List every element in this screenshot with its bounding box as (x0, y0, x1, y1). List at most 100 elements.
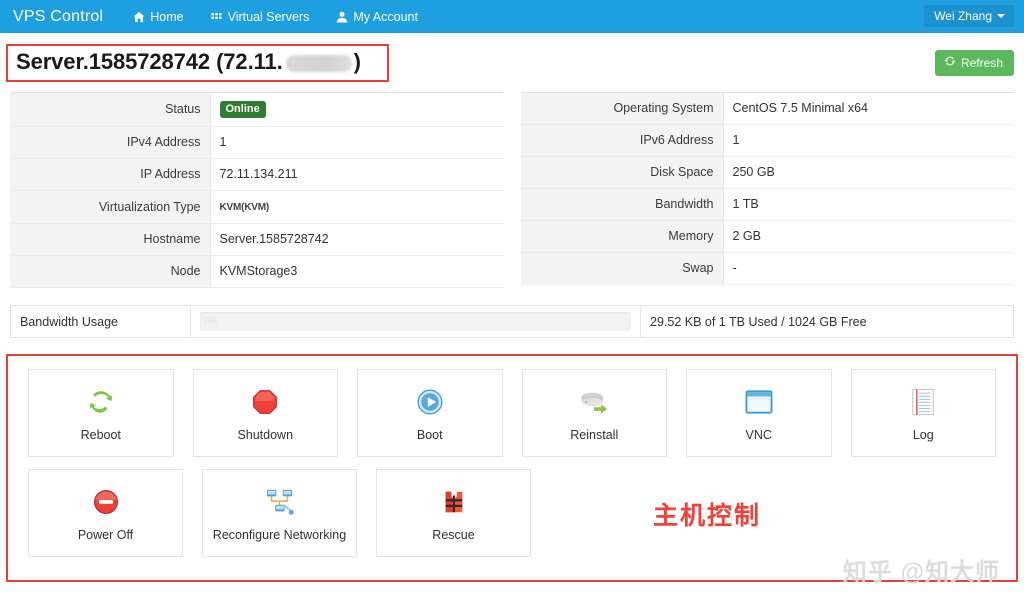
table-row: Hostname Server.1585728742 (10, 223, 503, 256)
row-label: Node (10, 255, 211, 288)
action-tile-boot[interactable]: Boot (357, 369, 503, 457)
action-tile-label: Boot (416, 427, 443, 442)
action-tile-power-off[interactable]: Power Off (28, 469, 183, 557)
user-icon (336, 11, 348, 23)
server-info-right-body: Operating System CentOS 7.5 Minimal x64 … (521, 92, 1014, 285)
virtualization-value: KVM(KVM) (219, 202, 270, 213)
action-tile-vnc[interactable]: VNC (686, 369, 832, 457)
home-icon (133, 11, 145, 23)
redacted-ip-block (285, 54, 352, 72)
row-value: 1 (210, 126, 503, 159)
refresh-icon (944, 55, 956, 70)
table-row: Disk Space 250 GB (521, 156, 1014, 189)
network-icon (265, 485, 295, 519)
status-badge: Online (219, 101, 266, 118)
play-circle-icon (416, 385, 444, 419)
nav-item-my-account-label: My Account (353, 9, 418, 24)
row-value: 250 GB (723, 156, 1014, 189)
server-info-table-left-wrap: Status Online IPv4 Address 1 IP Address … (10, 92, 503, 288)
action-tile-log[interactable]: Log (850, 369, 996, 457)
nav-item-home[interactable]: Home (133, 0, 184, 33)
action-tile-reconfigure-networking[interactable]: Reconfigure Networking (202, 469, 357, 557)
row-label: Operating System (521, 92, 724, 125)
table-row: Memory 2 GB (521, 220, 1014, 253)
table-row: Virtualization Type KVM(KVM) (10, 190, 503, 224)
row-value: Server.1585728742 (210, 223, 503, 256)
top-navbar: VPS Control Home Virtual Servers My Acco… (0, 0, 1024, 33)
row-value: KVMStorage3 (210, 255, 503, 288)
server-arrow-icon (579, 385, 609, 419)
row-label: IPv6 Address (521, 124, 724, 157)
row-label: IPv4 Address (10, 126, 211, 159)
row-label: Bandwidth (521, 188, 724, 221)
page-title-text: Server.1585728742 (72.11. (16, 49, 283, 74)
watermark: 知乎 @知大师 (842, 559, 1000, 586)
row-value: Online (210, 92, 503, 127)
action-tile-reinstall[interactable]: Reinstall (521, 369, 667, 457)
power-minus-icon (92, 485, 120, 519)
bandwidth-progress-bar: 0% (200, 312, 631, 331)
row-label: Hostname (10, 223, 211, 256)
refresh-arrows-icon (86, 385, 116, 419)
action-tile-label: Power Off (77, 527, 134, 542)
row-label: Virtualization Type (10, 190, 211, 224)
table-row: Swap - (521, 252, 1014, 285)
action-tile-label: Shutdown (237, 427, 294, 442)
server-info-table-right-wrap: Operating System CentOS 7.5 Minimal x64 … (521, 92, 1014, 288)
row-value: 72.11.134.211 (210, 158, 503, 191)
row-label: Disk Space (521, 156, 724, 189)
row-label: IP Address (10, 158, 211, 191)
server-controls-row-1: Reboot Shutdown Boot Reinstall VNC Log (8, 369, 1016, 457)
page-header: Server.1585728742 (72.11.) Refresh (0, 44, 1024, 90)
table-row: IPv6 Address 1 (521, 124, 1014, 157)
action-tile-label: Reboot (80, 427, 121, 442)
action-tile-reboot[interactable]: Reboot (28, 369, 174, 457)
action-tile-label: Reconfigure Networking (212, 527, 347, 542)
annotation-text: 主机控制 (653, 502, 762, 530)
nav-item-home-label: Home (150, 9, 184, 24)
chevron-down-icon (997, 14, 1005, 18)
table-row: Operating System CentOS 7.5 Minimal x64 (521, 92, 1014, 125)
life-vest-icon (441, 485, 467, 519)
nav-item-my-account[interactable]: My Account (336, 0, 418, 33)
row-label: Status (10, 92, 211, 127)
brand-logo[interactable]: VPS Control (13, 8, 103, 26)
action-tile-label: Log (912, 427, 934, 442)
table-row: IPv4 Address 1 (10, 126, 503, 159)
server-controls-highlight-box: Reboot Shutdown Boot Reinstall VNC Log P… (6, 354, 1018, 582)
nav-item-virtual-servers-label: Virtual Servers (227, 9, 310, 24)
action-tile-rescue[interactable]: Rescue (376, 469, 531, 557)
action-tile-label: Rescue (432, 527, 475, 542)
nav-item-virtual-servers[interactable]: Virtual Servers (211, 0, 310, 33)
bandwidth-summary: 29.52 KB of 1 TB Used / 1024 GB Free (650, 314, 867, 329)
user-menu-button[interactable]: Wei Zhang (924, 5, 1014, 27)
row-value: - (723, 252, 1014, 285)
notepad-icon (910, 385, 936, 419)
server-info-section: Status Online IPv4 Address 1 IP Address … (0, 92, 1024, 288)
bandwidth-progress-label: 0% (204, 316, 218, 326)
page-title: Server.1585728742 (72.11.) (16, 49, 361, 75)
bandwidth-progress-cell: 0% (191, 306, 641, 337)
server-info-left-body: Status Online IPv4 Address 1 IP Address … (10, 92, 503, 288)
table-row: Node KVMStorage3 (10, 255, 503, 288)
action-tile-shutdown[interactable]: Shutdown (192, 369, 338, 457)
window-icon (745, 385, 773, 419)
action-tile-label: Reinstall (570, 427, 619, 442)
row-value: CentOS 7.5 Minimal x64 (723, 92, 1014, 125)
bandwidth-usage-row: Bandwidth Usage 0% 29.52 KB of 1 TB Used… (10, 305, 1014, 338)
row-value: 2 GB (723, 220, 1014, 253)
page-title-suffix: ) (353, 49, 361, 74)
action-tile-label: VNC (745, 427, 772, 442)
grid-icon (211, 11, 223, 23)
bandwidth-usage-label: Bandwidth Usage (11, 306, 191, 337)
row-value: 1 TB (723, 188, 1014, 221)
row-value: KVM(KVM) (210, 190, 503, 224)
refresh-button[interactable]: Refresh (934, 50, 1014, 76)
table-row: Status Online (10, 92, 503, 127)
row-label: Memory (521, 220, 724, 253)
server-info-table-right: Operating System CentOS 7.5 Minimal x64 … (521, 92, 1014, 285)
row-value: 1 (723, 124, 1014, 157)
row-label: Swap (521, 252, 724, 285)
server-info-table-left: Status Online IPv4 Address 1 IP Address … (10, 92, 503, 288)
refresh-label: Refresh (960, 55, 1003, 70)
